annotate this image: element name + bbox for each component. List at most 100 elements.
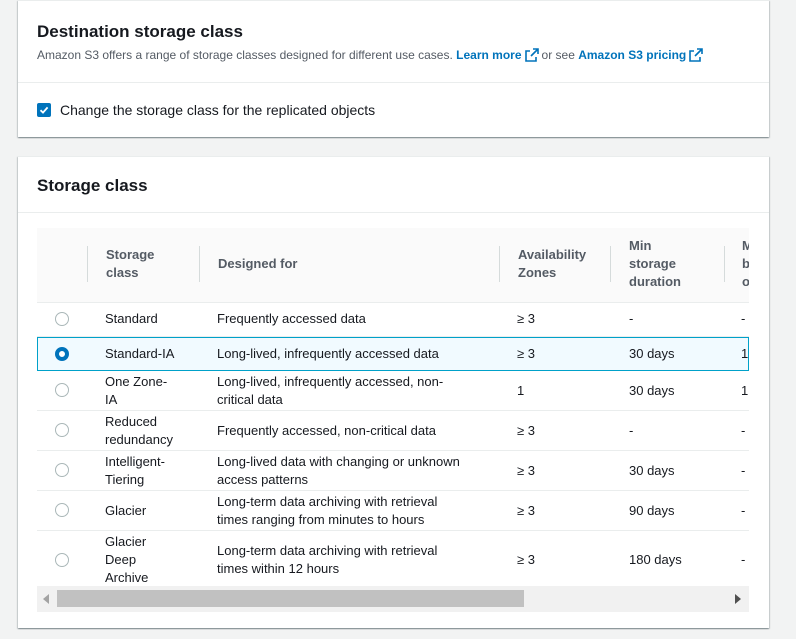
horizontal-scrollbar[interactable] [37, 586, 749, 612]
next-col-value: 1 [741, 383, 749, 398]
availability-zones: ≥ 3 [517, 423, 535, 438]
storage-class-panel: Storage class Storage class Designed for… [18, 156, 769, 628]
availability-zones: ≥ 3 [517, 463, 535, 478]
storage-class-title: Storage class [37, 176, 148, 195]
change-storage-class-label[interactable]: Change the storage class for the replica… [60, 102, 375, 118]
designed-line: Long-lived data with changing or unknown [217, 454, 460, 469]
change-storage-class-row[interactable]: Change the storage class for the replica… [18, 83, 769, 137]
name-line: Reduced [105, 414, 158, 429]
name-line: Tiering [105, 472, 145, 487]
s3-pricing-link[interactable]: Amazon S3 pricing [578, 48, 686, 62]
column-header-storage-class[interactable]: Storage class [106, 246, 154, 282]
column-header-designed-for[interactable]: Designed for [218, 255, 297, 273]
storage-class-name: Glacier [105, 503, 147, 518]
name-line: Deep [105, 552, 137, 567]
radio-standard[interactable] [55, 312, 69, 326]
name-line: IA [105, 392, 118, 407]
storage-class-name: Glacier Deep Archive [105, 533, 148, 587]
column-header-next[interactable]: M b o [742, 237, 749, 291]
designed-for: Frequently accessed, non-critical data [217, 423, 436, 438]
storage-class-name: One Zone- IA [105, 373, 167, 409]
column-divider [610, 246, 611, 282]
table-row[interactable]: Standard Frequently accessed data ≥ 3 - … [37, 303, 749, 337]
min-storage-duration: - [629, 423, 634, 438]
next-col-value: - [741, 552, 746, 567]
table-row-selected[interactable]: Standard-IA Long-lived, infrequently acc… [37, 337, 749, 371]
destination-header: Destination storage class Amazon S3 offe… [18, 1, 769, 83]
scroll-right-arrow-icon[interactable] [735, 594, 741, 604]
column-divider [199, 246, 200, 282]
description-text: Amazon S3 offers a range of storage clas… [37, 48, 453, 62]
external-link-icon[interactable] [524, 48, 539, 62]
learn-more-link[interactable]: Learn more [456, 48, 521, 62]
name-line: One Zone- [105, 374, 168, 389]
destination-title: Destination storage class [37, 22, 243, 41]
availability-zones: ≥ 3 [517, 503, 535, 518]
designed-for: Long-lived data with changing or unknown… [217, 453, 460, 489]
designed-for: Long-lived, infrequently accessed data [217, 346, 439, 361]
designed-for: Long-term data archiving with retrieval … [217, 542, 437, 578]
designed-for: Frequently accessed data [217, 311, 366, 326]
radio-glacier[interactable] [55, 503, 69, 517]
column-header-line: o [742, 274, 749, 289]
name-line: redundancy [105, 432, 173, 447]
column-header-line: duration [629, 274, 681, 289]
table-row[interactable]: Glacier Deep Archive Long-term data arch… [37, 531, 749, 589]
next-col-value: - [741, 503, 746, 518]
scroll-left-arrow-icon[interactable] [43, 594, 49, 604]
storage-class-name: Standard [105, 311, 158, 326]
next-col-value: 1 [741, 346, 749, 361]
column-header-line: storage [629, 256, 676, 271]
column-header-availability-zones[interactable]: Availability Zones [518, 246, 586, 282]
column-divider [87, 246, 88, 282]
table-row[interactable]: Reduced redundancy Frequently accessed, … [37, 411, 749, 451]
storage-class-table: Storage class Designed for Availability … [37, 228, 749, 614]
designed-for: Long-lived, infrequently accessed, non- … [217, 373, 443, 409]
table-row[interactable]: Intelligent- Tiering Long-lived data wit… [37, 451, 749, 491]
designed-line: Long-term data archiving with retrieval [217, 543, 438, 558]
availability-zones: ≥ 3 [517, 311, 535, 326]
column-divider [724, 246, 725, 282]
designed-line: Long-lived, infrequently accessed, non- [217, 374, 444, 389]
column-header-line: Storage [106, 247, 155, 262]
column-header-min-storage-duration[interactable]: Min storage duration [629, 237, 681, 291]
column-divider [499, 246, 500, 282]
storage-class-name: Standard-IA [105, 346, 175, 361]
min-storage-duration: 30 days [629, 463, 675, 478]
column-header-line: Min [629, 238, 652, 253]
next-col-value: - [741, 311, 746, 326]
table-header: Storage class Designed for Availability … [37, 228, 749, 303]
designed-for: Long-term data archiving with retrieval … [217, 493, 437, 529]
column-header-line: Zones [518, 265, 557, 280]
checkmark-icon [39, 106, 49, 114]
table-row[interactable]: Glacier Long-term data archiving with re… [37, 491, 749, 531]
designed-line: times ranging from minutes to hours [217, 512, 425, 527]
next-col-value: - [741, 423, 746, 438]
name-line: Archive [105, 570, 149, 585]
designed-line: access patterns [217, 472, 309, 487]
designed-line: critical data [217, 392, 283, 407]
designed-line: times within 12 hours [217, 561, 340, 576]
column-header-line: class [106, 265, 139, 280]
radio-standard-ia[interactable] [55, 347, 69, 361]
or-see-text: or see [541, 48, 575, 62]
designed-line: Long-term data archiving with retrieval [217, 494, 438, 509]
min-storage-duration: 180 days [629, 552, 682, 567]
min-storage-duration: 90 days [629, 503, 675, 518]
destination-storage-class-panel: Destination storage class Amazon S3 offe… [18, 0, 769, 137]
radio-intelligent-tiering[interactable] [55, 463, 69, 477]
name-line: Glacier [105, 534, 147, 549]
column-header-line: Availability [518, 247, 587, 262]
radio-glacier-deep-archive[interactable] [55, 553, 69, 567]
radio-reduced-redundancy[interactable] [55, 423, 69, 437]
destination-description: Amazon S3 offers a range of storage clas… [37, 47, 750, 63]
radio-one-zone-ia[interactable] [55, 383, 69, 397]
name-line: Intelligent- [105, 454, 165, 469]
availability-zones: ≥ 3 [517, 552, 535, 567]
column-header-line: b [742, 256, 749, 271]
external-link-icon[interactable] [689, 48, 704, 62]
availability-zones: ≥ 3 [517, 346, 535, 361]
scrollbar-thumb[interactable] [57, 590, 524, 607]
change-storage-class-checkbox[interactable] [37, 103, 51, 117]
table-row[interactable]: One Zone- IA Long-lived, infrequently ac… [37, 371, 749, 411]
